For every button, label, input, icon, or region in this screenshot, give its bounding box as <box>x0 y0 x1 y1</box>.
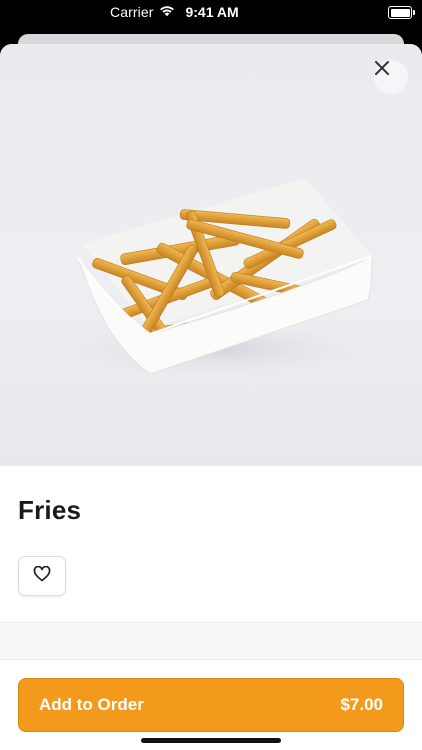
add-to-order-label: Add to Order <box>39 695 144 714</box>
add-to-order-button[interactable]: Add to Order $7.00 <box>18 678 404 732</box>
item-title: Fries <box>18 495 82 525</box>
item-detail-sheet: Fries Add to Order $7.00 <box>0 44 422 750</box>
battery-icon <box>388 6 415 19</box>
favorite-button[interactable] <box>18 556 66 596</box>
status-center: Carrier 9:41 AM <box>110 4 239 20</box>
fries-photo <box>45 178 385 381</box>
close-button[interactable] <box>374 60 408 94</box>
heart-icon <box>33 565 51 587</box>
wifi-icon <box>159 4 175 20</box>
item-price: $7.00 <box>340 695 383 714</box>
status-bar: Carrier 9:41 AM <box>0 0 422 28</box>
item-image <box>0 44 422 466</box>
section-divider <box>0 622 422 660</box>
home-indicator <box>141 738 281 743</box>
carrier-label: Carrier <box>110 4 154 20</box>
clock-time: 9:41 AM <box>185 4 239 20</box>
